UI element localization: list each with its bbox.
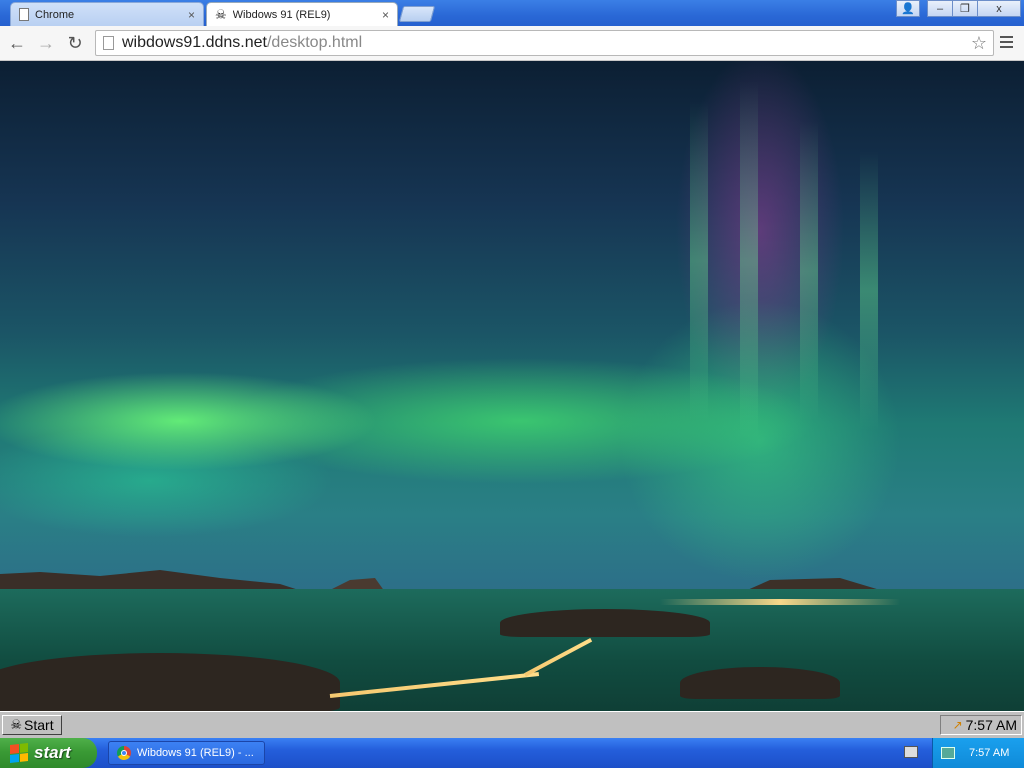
bookmark-star-icon[interactable]: ☆ xyxy=(971,33,987,54)
back-icon[interactable]: ← xyxy=(6,32,28,54)
chrome-icon xyxy=(117,746,131,760)
desktop-wallpaper[interactable] xyxy=(0,61,1024,711)
aurora-ray xyxy=(740,81,758,441)
user-icon[interactable]: 👤 xyxy=(896,0,920,17)
reload-icon[interactable]: ↻ xyxy=(64,32,86,54)
island xyxy=(680,667,840,699)
foreground-rocks xyxy=(0,653,340,711)
restore-button[interactable]: ❐ xyxy=(952,0,978,17)
page-icon xyxy=(103,36,114,50)
xp-taskbar: start Wibdows 91 (REL9) - ... 7:57 AM xyxy=(0,738,1024,768)
tab-close-icon[interactable]: × xyxy=(188,8,195,22)
close-button[interactable]: x xyxy=(977,0,1021,17)
windows-flag-icon xyxy=(10,743,28,763)
xp-start-label: start xyxy=(34,743,71,762)
tray-arrow-icon[interactable]: ↗ xyxy=(953,718,963,732)
wibdows-icon: ☠ xyxy=(215,6,227,22)
xp-system-tray: 7:57 AM xyxy=(932,738,1024,768)
menu-icon[interactable] xyxy=(1000,36,1013,51)
aurora-ray xyxy=(690,101,708,421)
aurora-ray xyxy=(860,151,878,431)
minimize-button[interactable]: – xyxy=(927,0,953,17)
tab-chrome[interactable]: Chrome × xyxy=(10,2,204,26)
island xyxy=(500,609,710,637)
inner-start-label: Start xyxy=(24,717,54,733)
network-icon[interactable] xyxy=(941,747,955,759)
tab-label: Wibdows 91 (REL9) xyxy=(232,8,331,21)
aurora-ray xyxy=(800,121,818,421)
inner-taskbar: ☠ Start ↗ 7:57 AM xyxy=(0,711,1024,738)
inner-start-button[interactable]: ☠ Start xyxy=(2,715,62,735)
inner-clock[interactable]: 7:57 AM xyxy=(966,717,1017,733)
xp-task-label: Wibdows 91 (REL9) - ... xyxy=(137,747,254,759)
browser-toolbar: ← → ↻ wibdows91.ddns.net/desktop.html ☆ xyxy=(0,26,1024,61)
keyboard-icon[interactable] xyxy=(904,746,918,758)
url-host: wibdows91.ddns.net xyxy=(122,34,267,51)
forward-icon[interactable]: → xyxy=(35,32,57,54)
tab-close-icon[interactable]: × xyxy=(382,8,389,22)
xp-clock[interactable]: 7:57 AM xyxy=(969,747,1009,759)
browser-titlebar: Chrome × ☠ Wibdows 91 (REL9) × 👤 – ❐ x xyxy=(0,0,1024,26)
skull-icon: ☠ xyxy=(10,717,23,732)
tab-label: Chrome xyxy=(35,8,75,21)
new-tab-button[interactable] xyxy=(398,6,436,22)
town-lights xyxy=(660,599,900,605)
inner-system-tray: ↗ 7:57 AM xyxy=(940,715,1022,735)
address-bar[interactable]: wibdows91.ddns.net/desktop.html ☆ xyxy=(95,30,994,56)
tab-wibdows[interactable]: ☠ Wibdows 91 (REL9) × xyxy=(206,2,398,26)
xp-start-button[interactable]: start xyxy=(0,738,97,768)
url-path: /desktop.html xyxy=(266,34,363,51)
page-icon xyxy=(19,8,29,21)
xp-taskbar-item-chrome[interactable]: Wibdows 91 (REL9) - ... xyxy=(108,741,265,765)
